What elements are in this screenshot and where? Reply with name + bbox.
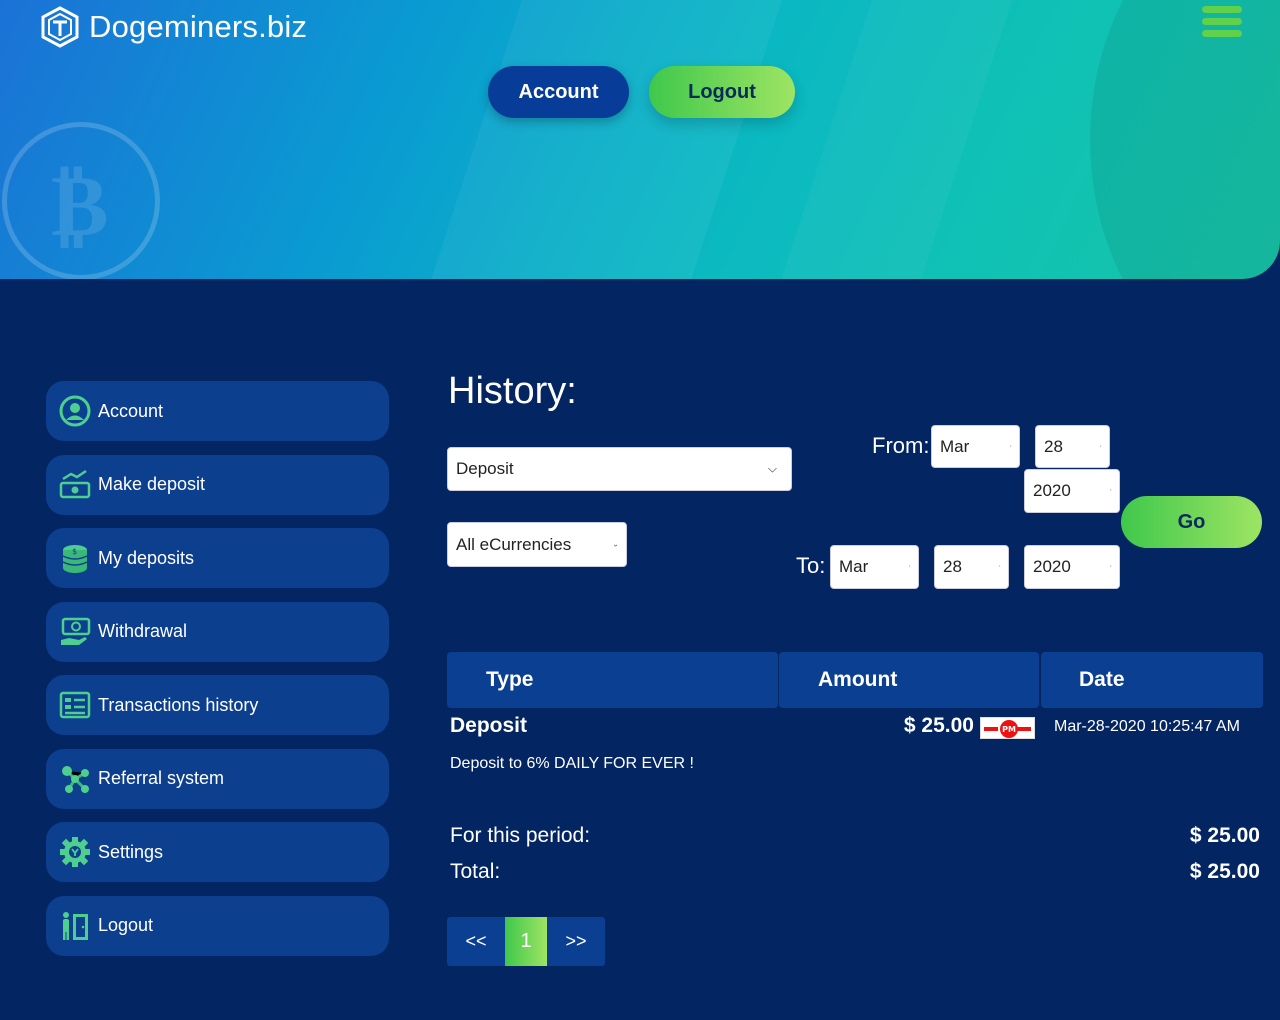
chevron-down-icon: ⌵ (767, 461, 777, 476)
pagination: << 1 >> (447, 917, 605, 966)
sidebar-item-label: Withdrawal (98, 621, 188, 641)
from-year-value: 2020 (1033, 481, 1071, 500)
to-month-select[interactable]: Mar · (830, 545, 919, 589)
money-growth-icon (58, 468, 92, 502)
sidebar-item-logout[interactable]: Logout (46, 895, 389, 956)
total-value: $ 25.00 (1189, 860, 1260, 883)
gear-icon (58, 835, 92, 869)
sidebar-item-label: Referral system (98, 768, 225, 788)
sidebar-item-label: Settings (98, 841, 164, 862)
brand-name: Dogeminers.biz (89, 9, 308, 44)
currency-select[interactable]: All eCurrencies ⌄ (447, 522, 627, 567)
column-header-amount: Amount (779, 652, 1039, 708)
sidebar-item-referral-system[interactable]: Referral system (46, 748, 389, 809)
column-header-label: Amount (818, 668, 898, 691)
prev-page-button[interactable]: << (447, 917, 505, 966)
sidebar-item-label: Make deposit (98, 474, 206, 494)
to-month-value: Mar (839, 557, 869, 576)
from-month-value: Mar (940, 436, 970, 456)
sidebar-item-my-deposits[interactable]: $ My deposits (46, 528, 389, 588)
chevron-down-icon: · (908, 561, 911, 571)
row-type: Deposit (450, 714, 528, 737)
logo[interactable]: Dogeminers.biz (40, 6, 307, 48)
to-year-select[interactable]: 2020 · (1024, 545, 1120, 589)
from-day-value: 28 (1044, 436, 1063, 456)
to-day-select[interactable]: 28 · (934, 545, 1009, 589)
sidebar: Account Make deposit $ My deposits Withd… (46, 381, 389, 969)
logo-icon (41, 6, 79, 48)
sidebar-item-settings[interactable]: Settings (46, 822, 389, 882)
type-select[interactable]: Deposit ⌵ (447, 447, 792, 491)
sidebar-item-label: Transactions history (98, 694, 259, 715)
column-header-date: Date (1041, 652, 1263, 708)
bitcoin-watermark-icon: ₿ (2, 122, 160, 279)
list-icon (58, 688, 92, 722)
chevron-down-icon: · (1109, 561, 1112, 571)
from-month-select[interactable]: Mar · (931, 425, 1020, 468)
go-button[interactable]: Go (1121, 496, 1262, 548)
total-label: Total: (450, 860, 501, 883)
banner-arc (1090, 0, 1280, 279)
column-header-type: Type (447, 652, 778, 708)
chevron-down-icon: · (1099, 441, 1102, 451)
banner-streak (755, 0, 1025, 279)
svg-text:$: $ (72, 547, 77, 556)
hamburger-menu-icon[interactable] (1202, 6, 1242, 44)
to-label: To: (796, 553, 826, 578)
period-value: $ 25.00 (1189, 824, 1260, 847)
from-year-select[interactable]: 2020 · (1024, 469, 1120, 513)
chevron-down-icon: · (1109, 485, 1112, 495)
row-date: Mar-28-2020 10:25:47 AM (1054, 718, 1240, 735)
sidebar-item-make-deposit[interactable]: Make deposit (46, 454, 389, 515)
door-exit-icon (58, 909, 92, 943)
sidebar-item-transactions-history[interactable]: Transactions history (46, 675, 389, 735)
sidebar-item-label: Account (98, 400, 164, 421)
period-label: For this period: (450, 824, 591, 847)
row-amount: $ 25.00 (903, 714, 974, 737)
to-day-value: 28 (943, 557, 962, 576)
sidebar-item-label: My deposits (98, 547, 195, 568)
sidebar-item-label: Logout (98, 915, 154, 935)
chevron-down-icon: · (998, 561, 1001, 571)
network-icon (58, 762, 92, 796)
from-day-select[interactable]: 28 · (1035, 425, 1110, 468)
current-page-button[interactable]: 1 (505, 917, 547, 966)
payment-system-label: PM (1000, 720, 1018, 738)
column-header-label: Type (486, 668, 534, 691)
account-button[interactable]: Account (488, 66, 629, 118)
sidebar-item-account[interactable]: Account (46, 381, 389, 441)
row-description: Deposit to 6% DAILY FOR EVER ! (450, 755, 694, 772)
to-year-value: 2020 (1033, 557, 1071, 576)
coin-stack-icon: $ (58, 541, 92, 575)
chevron-down-icon: ⌄ (612, 539, 619, 549)
column-header-label: Date (1079, 668, 1125, 691)
cash-hand-icon (58, 615, 92, 649)
banner-streak (405, 0, 795, 279)
currency-select-value: All eCurrencies (456, 534, 572, 554)
perfect-money-icon: PM (980, 717, 1035, 739)
next-page-button[interactable]: >> (547, 917, 605, 966)
from-label: From: (872, 433, 930, 458)
type-select-value: Deposit (456, 459, 514, 478)
page-title: History: (448, 370, 577, 412)
sidebar-item-withdrawal[interactable]: Withdrawal (46, 601, 389, 662)
chevron-down-icon: · (1009, 441, 1012, 451)
user-circle-icon (58, 394, 92, 428)
logout-button[interactable]: Logout (649, 66, 795, 118)
